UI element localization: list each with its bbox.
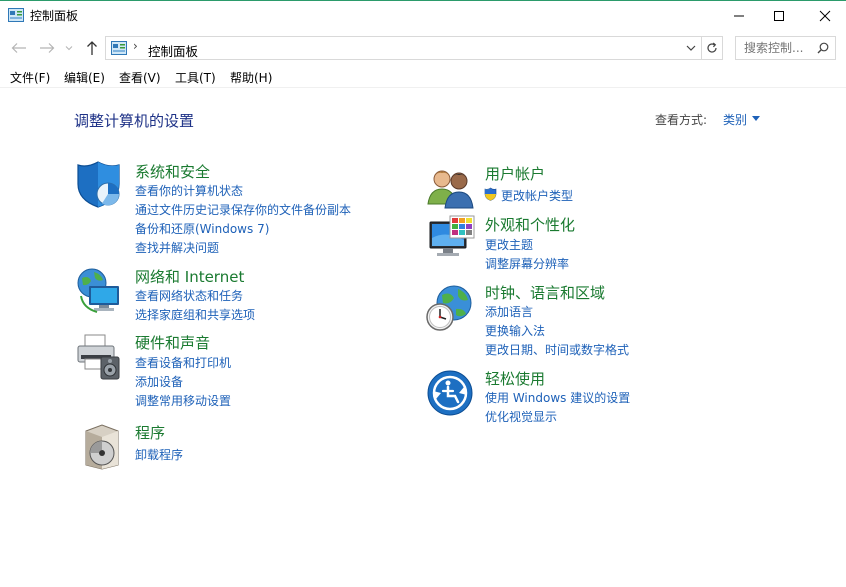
arrow-up-icon (87, 41, 97, 55)
network-globe-icon[interactable] (75, 266, 125, 316)
view-by-label: 查看方式: (655, 113, 708, 127)
uac-shield-icon (484, 187, 497, 201)
category-title-ease-access[interactable]: 轻松使用 (485, 368, 545, 389)
menu-file[interactable]: 文件(F) (10, 69, 50, 86)
category-title-system-security[interactable]: 系统和安全 (135, 161, 210, 182)
link-optimize-visual-display[interactable]: 优化视觉显示 (485, 408, 557, 425)
category-title-programs[interactable]: 程序 (135, 422, 165, 443)
search-input[interactable] (736, 37, 816, 59)
up-button[interactable] (82, 37, 102, 59)
page-title: 调整计算机的设置 (74, 112, 195, 130)
menu-bar: 文件(F) 编辑(E) 查看(V) 工具(T) 帮助(H) (0, 66, 846, 88)
link-network-status[interactable]: 查看网络状态和任务 (135, 287, 243, 304)
search-box[interactable] (735, 36, 836, 60)
control-panel-icon (8, 8, 24, 22)
search-icon[interactable] (817, 42, 829, 54)
arrow-right-icon (40, 43, 55, 53)
category-title-network[interactable]: 网络和 Internet (135, 266, 244, 287)
users-icon[interactable] (426, 162, 476, 212)
control-panel-icon (111, 41, 127, 55)
back-button[interactable] (9, 37, 29, 59)
link-mobility-settings[interactable]: 调整常用移动设置 (135, 392, 231, 409)
view-by-dropdown[interactable]: 类别 (723, 111, 747, 128)
link-windows-recommended-settings[interactable]: 使用 Windows 建议的设置 (485, 389, 630, 406)
link-change-theme[interactable]: 更改主题 (485, 236, 533, 253)
link-add-device[interactable]: 添加设备 (135, 373, 183, 390)
window-title: 控制面板 (30, 9, 79, 23)
title-bar[interactable]: 控制面板 (0, 0, 846, 31)
link-backup-restore[interactable]: 备份和还原(Windows 7) (135, 220, 269, 237)
chevron-down-icon[interactable] (685, 42, 697, 54)
category-title-appearance[interactable]: 外观和个性化 (485, 214, 575, 235)
maximize-icon (774, 10, 784, 21)
clock-globe-icon[interactable] (424, 283, 474, 333)
recent-locations-button[interactable] (62, 37, 76, 59)
monitor-palette-icon[interactable] (426, 214, 476, 264)
shield-icon[interactable] (75, 160, 125, 210)
link-view-computer-status[interactable]: 查看你的计算机状态 (135, 182, 243, 199)
navigation-bar: › 控制面板 (0, 33, 846, 63)
menu-edit[interactable]: 编辑(E) (64, 69, 105, 86)
link-change-input-method[interactable]: 更换输入法 (485, 322, 545, 339)
menu-tools[interactable]: 工具(T) (175, 69, 216, 86)
link-add-language[interactable]: 添加语言 (485, 303, 533, 320)
menu-help[interactable]: 帮助(H) (230, 69, 272, 86)
link-date-time-format[interactable]: 更改日期、时间或数字格式 (485, 341, 629, 358)
breadcrumb-control-panel[interactable]: 控制面板 (148, 41, 198, 60)
category-title-hardware[interactable]: 硬件和声音 (135, 332, 210, 353)
address-bar[interactable]: › 控制面板 (105, 36, 702, 60)
category-title-clock-region[interactable]: 时钟、语言和区域 (485, 282, 605, 303)
programs-disc-icon[interactable] (80, 421, 130, 471)
chevron-down-icon (65, 46, 73, 51)
link-change-account-type[interactable]: 更改帐户类型 (501, 187, 573, 204)
caret-down-icon[interactable] (752, 116, 760, 121)
refresh-icon (707, 42, 717, 53)
link-file-history-backup[interactable]: 通过文件历史记录保存你的文件备份副本 (135, 201, 351, 218)
menu-view[interactable]: 查看(V) (119, 69, 161, 86)
link-uninstall-program[interactable]: 卸载程序 (135, 446, 183, 463)
maximize-button[interactable] (756, 0, 802, 31)
forward-button[interactable] (37, 37, 57, 59)
link-homegroup-sharing[interactable]: 选择家庭组和共享选项 (135, 306, 255, 323)
link-screen-resolution[interactable]: 调整屏幕分辨率 (485, 255, 569, 272)
close-button[interactable] (802, 0, 846, 31)
printer-icon[interactable] (75, 333, 125, 383)
minimize-icon (734, 15, 744, 16)
category-title-user-accounts[interactable]: 用户帐户 (485, 163, 545, 184)
arrow-left-icon (11, 43, 26, 53)
breadcrumb-separator[interactable]: › (133, 39, 138, 53)
window-border (0, 0, 846, 587)
refresh-button[interactable] (702, 36, 723, 60)
close-icon (819, 10, 831, 21)
ease-of-access-icon[interactable] (426, 369, 476, 419)
link-troubleshoot[interactable]: 查找并解决问题 (135, 239, 219, 256)
link-devices-printers[interactable]: 查看设备和打印机 (135, 354, 231, 371)
